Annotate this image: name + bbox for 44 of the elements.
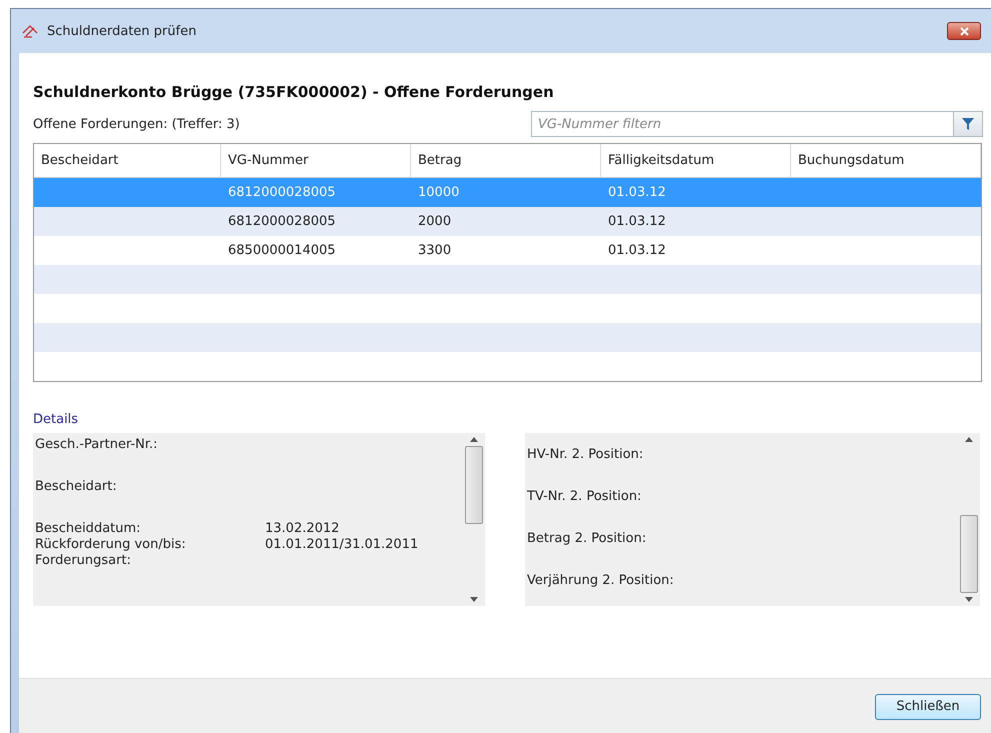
scroll-down-icon[interactable] [965,597,973,602]
table-cell-text: 6812000028005 [227,185,337,200]
scrollbar-thumb[interactable] [465,446,483,524]
table-cell-text: 6812000028005 [227,214,337,229]
table-cell-text: 10000 [417,185,460,200]
scroll-up-icon[interactable] [470,437,478,442]
column-header[interactable]: Bescheidart [34,144,221,177]
table-row[interactable]: 6812000028005 2000 01.03.12 [34,207,981,236]
detail-label: Forderungsart: [35,553,132,569]
table-cell-text: 6850000014005 [227,243,337,258]
result-count: Offene Forderungen: (Treffer: 3) [33,116,240,132]
filter-field[interactable]: VG-Nummer filtern [531,111,953,137]
scroll-up-icon[interactable] [965,437,973,442]
scrollbar-thumb[interactable] [960,515,978,593]
column-header[interactable]: Betrag [411,144,601,177]
detail-label: Betrag 2. Position: [527,531,648,547]
page-heading: Schuldnerkonto Brügge (735FK000002) - Offene Forderungen [33,83,555,101]
table-row[interactable]: 6850000014005 3300 01.03.12 [34,236,981,265]
detail-value: 13.02.2012 [265,521,340,537]
app-logo-icon [21,23,39,39]
table-cell-text: 3300 [417,243,452,258]
detail-label: Gesch.-Partner-Nr.: [35,437,159,453]
filter-button[interactable] [953,111,983,137]
detail-label: Verjährung 2. Position: [527,573,675,589]
table-cell-text: 01.03.12 [607,243,667,258]
window-title: Schuldnerdaten prüfen [47,24,196,38]
table-cell-text: 01.03.12 [607,214,667,229]
close-icon [960,26,968,36]
table-cell-text: 01.03.12 [607,185,667,200]
detail-label: Bescheiddatum: [35,521,142,537]
detail-label: Bescheidart: [35,479,118,495]
close-button[interactable] [947,22,981,40]
table-cell-text: 2000 [417,214,452,229]
section-title: Details [33,412,80,427]
column-header[interactable]: Buchungsdatum [791,144,981,177]
detail-label: TV-Nr. 2. Position: [527,489,642,505]
close-dialog-button[interactable]: Schließen [875,694,981,720]
funnel-icon [961,117,975,131]
detail-label: Rückforderung von/bis: [35,537,187,553]
column-header[interactable]: Fälligkeitsdatum [601,144,791,177]
column-header[interactable]: VG-Nummer [221,144,411,177]
detail-value: 01.01.2011/31.01.2011 [265,537,420,553]
scroll-down-icon[interactable] [470,597,478,602]
detail-label: HV-Nr. 2. Position: [527,447,644,463]
